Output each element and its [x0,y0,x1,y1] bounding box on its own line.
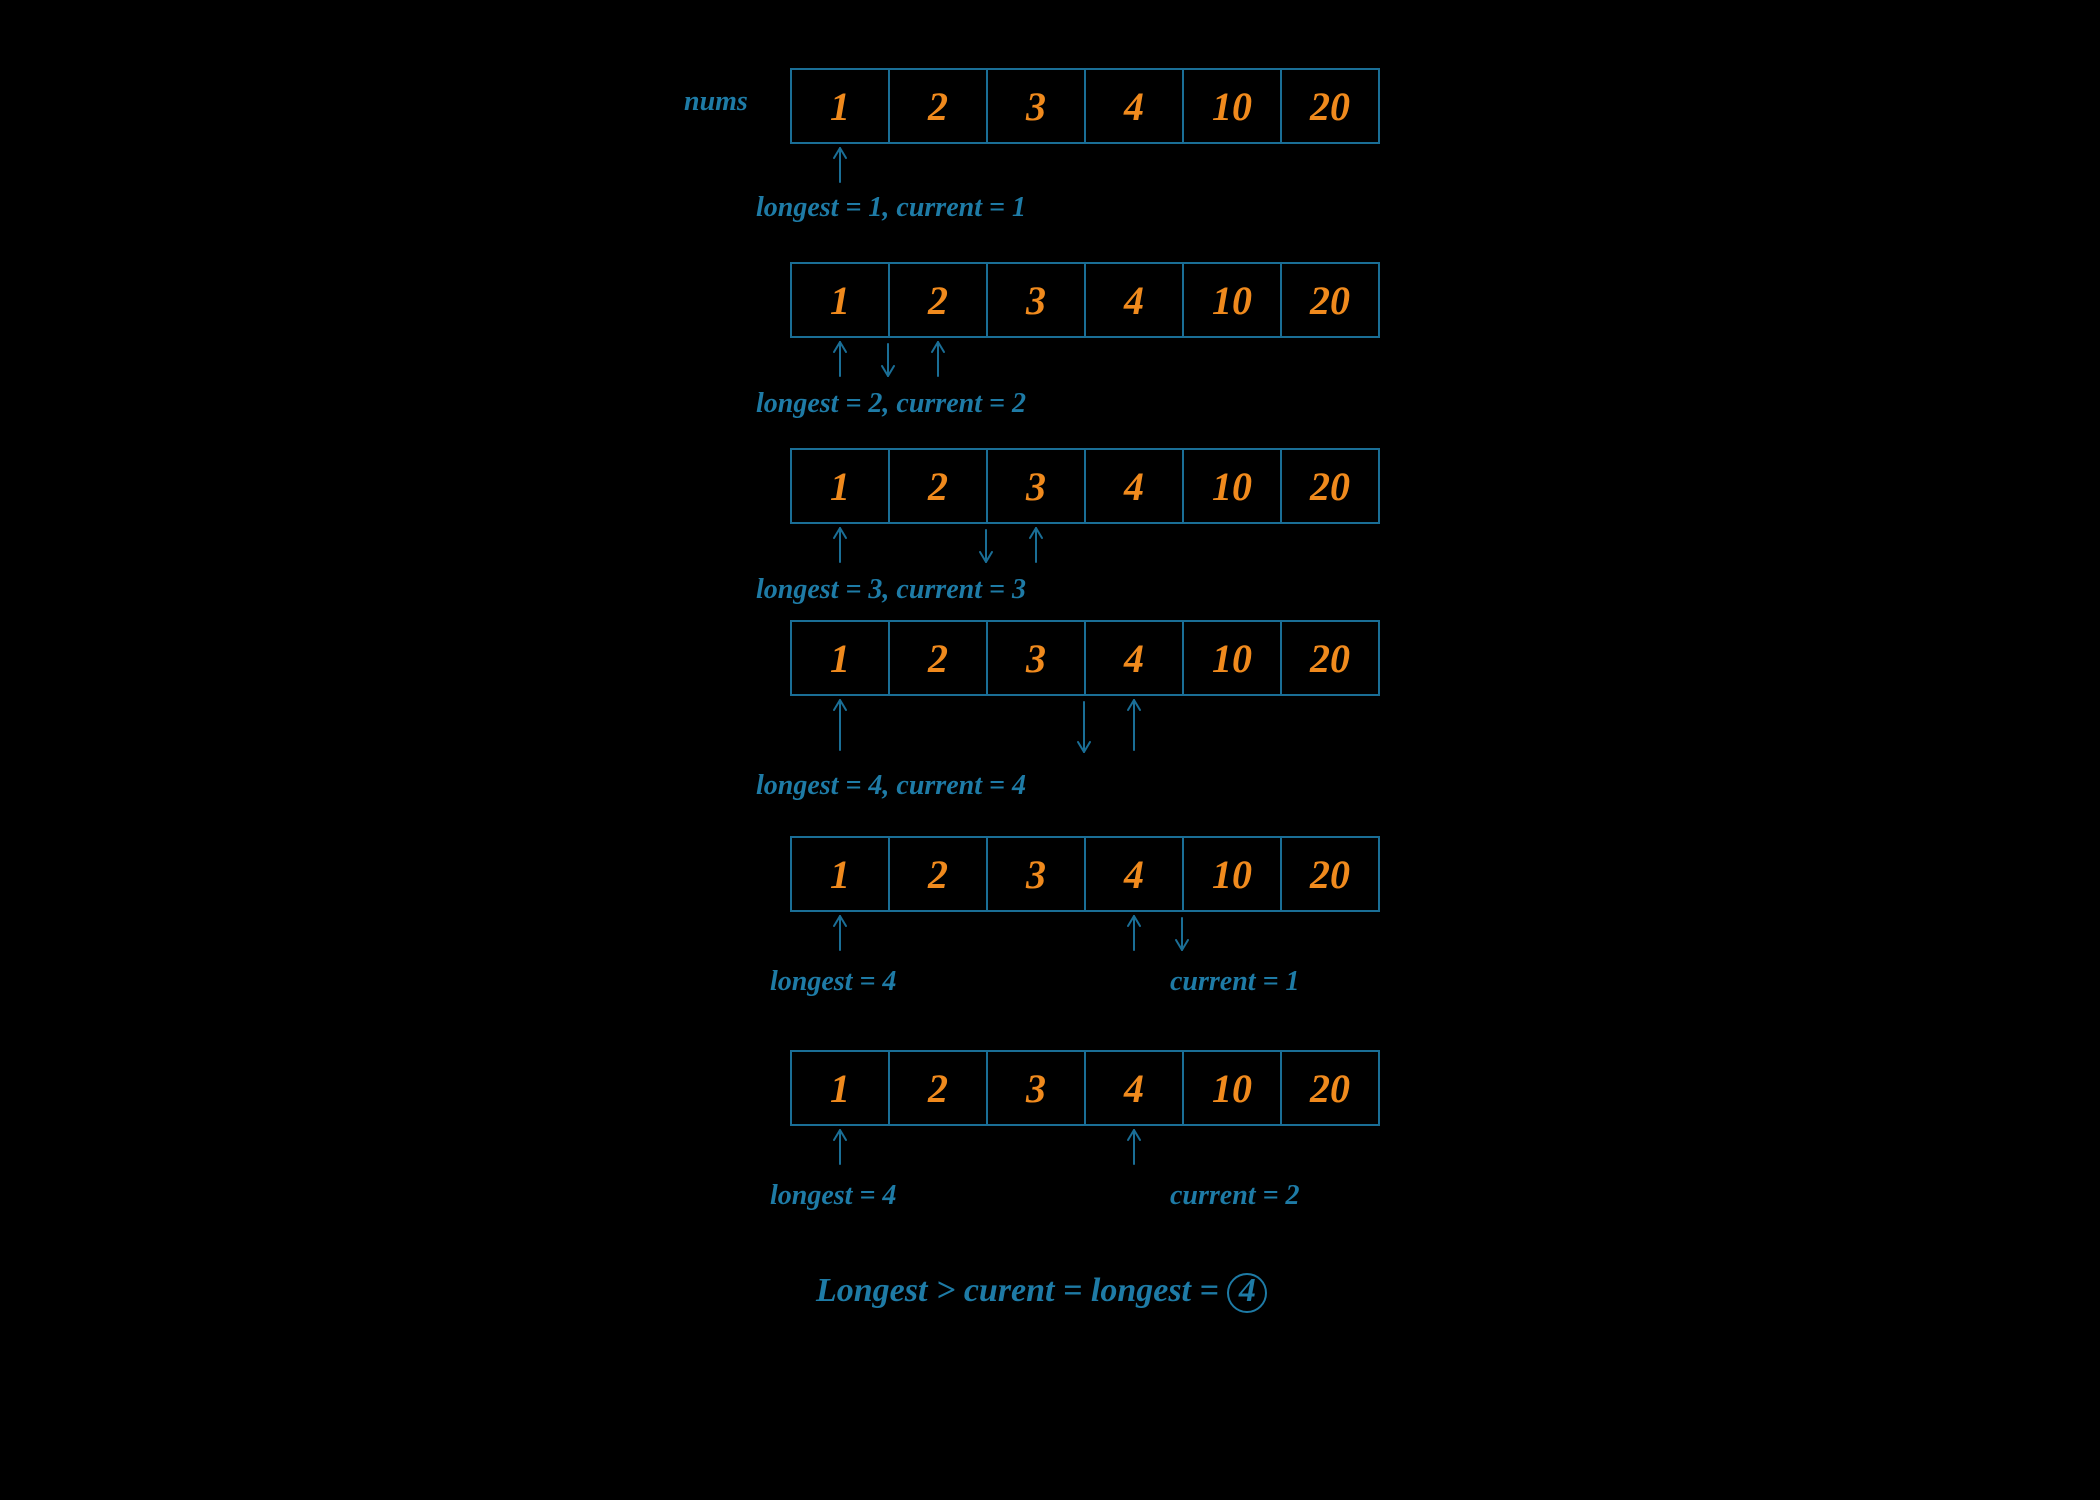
array-cell: 2 [888,836,988,912]
array-cell: 1 [790,1050,890,1126]
caption-left-0: longest = 1, current = 1 [756,192,1026,224]
caption-left-5: longest = 4 [770,1180,896,1212]
caption-left-4: longest = 4 [770,966,896,998]
array-cell: 20 [1280,620,1380,696]
array-cell: 2 [888,620,988,696]
array-row-4: 12341020 [790,836,1380,912]
array-row-2: 12341020 [790,448,1380,524]
conclusion-line: Longest > curent = longest = 4 [816,1272,1267,1313]
array-cell: 20 [1280,448,1380,524]
conclusion-text: Longest > curent = longest = [816,1272,1227,1309]
array-cell: 20 [1280,68,1380,144]
array-cell: 3 [986,448,1086,524]
array-cell: 10 [1182,448,1282,524]
array-cell: 10 [1182,836,1282,912]
array-cell: 3 [986,620,1086,696]
array-row-5: 12341020 [790,1050,1380,1126]
array-cell: 10 [1182,262,1282,338]
array-cell: 1 [790,68,890,144]
array-cell: 4 [1084,262,1184,338]
array-row-0: 12341020 [790,68,1380,144]
array-cell: 20 [1280,836,1380,912]
array-cell: 2 [888,1050,988,1126]
array-cell: 1 [790,262,890,338]
array-cell: 1 [790,620,890,696]
array-cell: 1 [790,448,890,524]
array-row-3: 12341020 [790,620,1380,696]
array-row-1: 12341020 [790,262,1380,338]
array-cell: 4 [1084,1050,1184,1126]
caption-right-5: current = 2 [1170,1180,1300,1212]
nums-label: nums [684,86,748,118]
array-cell: 20 [1280,1050,1380,1126]
array-cell: 4 [1084,68,1184,144]
diagram-stage: { "title_label": "nums", "array_values":… [0,0,2100,1500]
caption-left-2: longest = 3, current = 3 [756,574,1026,606]
array-cell: 4 [1084,448,1184,524]
array-cell: 3 [986,68,1086,144]
conclusion-value: 4 [1227,1273,1267,1313]
array-cell: 4 [1084,620,1184,696]
array-cell: 2 [888,68,988,144]
array-cell: 2 [888,448,988,524]
array-cell: 20 [1280,262,1380,338]
array-cell: 10 [1182,1050,1282,1126]
caption-left-1: longest = 2, current = 2 [756,388,1026,420]
array-cell: 1 [790,836,890,912]
array-cell: 3 [986,1050,1086,1126]
array-cell: 10 [1182,620,1282,696]
array-cell: 3 [986,262,1086,338]
caption-left-3: longest = 4, current = 4 [756,770,1026,802]
array-cell: 10 [1182,68,1282,144]
array-cell: 3 [986,836,1086,912]
array-cell: 4 [1084,836,1184,912]
array-cell: 2 [888,262,988,338]
caption-right-4: current = 1 [1170,966,1300,998]
